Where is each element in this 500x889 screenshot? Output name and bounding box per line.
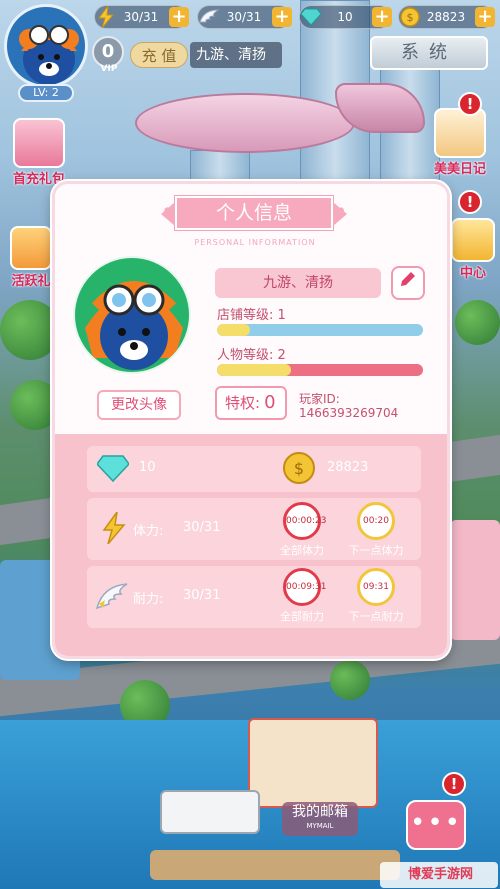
center-alert-icon: ! bbox=[458, 190, 482, 214]
add-stamina-button[interactable]: + bbox=[169, 7, 189, 27]
more-menu-button[interactable]: ••• bbox=[406, 800, 466, 850]
lightning-icon bbox=[99, 512, 129, 544]
watermark: 博爱手游网 bbox=[380, 862, 498, 888]
endurance-counter: 30/31 + bbox=[196, 3, 292, 31]
pier bbox=[150, 850, 400, 880]
character-level-fill bbox=[217, 364, 292, 376]
player-level: LV: 2 bbox=[18, 84, 74, 102]
coin-icon: $ bbox=[283, 452, 315, 484]
diary-icon bbox=[434, 108, 486, 158]
all-stamina-timer: 00:00:23 bbox=[283, 502, 326, 540]
activity-gift[interactable]: 活跃礼 bbox=[6, 226, 56, 289]
tree bbox=[0, 300, 60, 360]
diamond-icon bbox=[97, 454, 129, 482]
shop-level-label: 店铺等级: 1 bbox=[217, 308, 286, 323]
tree bbox=[455, 300, 500, 345]
shop-level-fill bbox=[217, 324, 250, 336]
mailbox-button[interactable]: 我的邮箱 MYMAIL bbox=[282, 802, 358, 836]
stamina-row: 体力: 30/31 00:00:23 全部体力 00:20 下一点体力 bbox=[87, 498, 421, 560]
endurance-row: 耐力: 30/31 00:09:31 全部耐力 09:31 下一点耐力 bbox=[87, 566, 421, 628]
profile-name: 九游、清扬 bbox=[215, 268, 381, 298]
diamond-icon bbox=[298, 3, 324, 31]
center-button[interactable]: 中心 bbox=[448, 218, 498, 281]
boat bbox=[160, 790, 260, 834]
currency-row: 10 $ 28823 bbox=[87, 446, 421, 492]
tree bbox=[330, 660, 370, 700]
change-avatar-button[interactable]: 更改头像 bbox=[97, 390, 181, 420]
center-icon bbox=[451, 218, 495, 262]
dialog-title: 个人信息 bbox=[161, 196, 347, 230]
bear-avatar-icon bbox=[85, 281, 183, 370]
add-coin-button[interactable]: + bbox=[475, 7, 495, 27]
next-endurance-timer: 09:31 bbox=[357, 568, 395, 606]
diamond-counter: 10 + bbox=[298, 3, 392, 31]
stamina-counter: 30/31 + bbox=[93, 3, 189, 31]
pencil-icon bbox=[401, 272, 415, 286]
player-avatar[interactable] bbox=[4, 4, 88, 88]
wing-icon bbox=[95, 582, 129, 612]
building bbox=[450, 520, 500, 640]
add-diamond-button[interactable]: + bbox=[372, 7, 392, 27]
more-alert-icon: ! bbox=[442, 772, 466, 796]
player-name: 九游、清扬 bbox=[190, 42, 282, 68]
edit-name-button[interactable] bbox=[391, 266, 425, 300]
endurance-value: 30/31 bbox=[183, 588, 221, 603]
blimp bbox=[135, 83, 425, 161]
recharge-button[interactable]: 充 值 bbox=[130, 42, 188, 68]
coin-counter: $ 28823 + bbox=[397, 3, 495, 31]
system-button[interactable]: 系统 bbox=[370, 36, 488, 70]
first-recharge-gift[interactable]: 首充礼包 bbox=[6, 118, 72, 187]
profile-dialog: ♥ ♥ 个人信息 PERSONAL INFORMATION 更改头像 九游、清扬… bbox=[52, 181, 450, 659]
gift-box-icon bbox=[13, 118, 65, 168]
stamina-value: 30/31 bbox=[183, 520, 221, 535]
character-level-bar bbox=[217, 364, 423, 376]
coin-value: 28823 bbox=[327, 460, 369, 475]
dialog-subtitle: PERSONAL INFORMATION bbox=[194, 238, 316, 247]
mail-house bbox=[248, 718, 378, 808]
diamond-value: 10 bbox=[139, 460, 156, 475]
profile-avatar bbox=[73, 256, 191, 374]
vip-badge[interactable]: 0 VIP bbox=[92, 36, 126, 76]
next-stamina-timer: 00:20 bbox=[357, 502, 395, 540]
lightning-icon bbox=[93, 3, 119, 31]
privilege-button[interactable]: 特权: 0 bbox=[215, 386, 287, 420]
diary-button[interactable]: 美美日记 bbox=[424, 108, 496, 177]
wing-icon bbox=[196, 3, 222, 31]
player-id: 1466393269704 bbox=[299, 406, 399, 420]
diary-alert-icon: ! bbox=[458, 92, 482, 116]
all-endurance-timer: 00:09:31 bbox=[283, 568, 326, 606]
blimp-body bbox=[135, 93, 355, 153]
shop-level-bar bbox=[217, 324, 423, 336]
character-level-label: 人物等级: 2 bbox=[217, 348, 286, 363]
gift-icon bbox=[10, 226, 52, 270]
coin-icon: $ bbox=[397, 3, 423, 31]
svg-text:$: $ bbox=[294, 459, 304, 478]
svg-text:$: $ bbox=[407, 11, 414, 24]
player-id-label: 玩家ID: bbox=[299, 392, 340, 406]
add-endurance-button[interactable]: + bbox=[272, 7, 292, 27]
